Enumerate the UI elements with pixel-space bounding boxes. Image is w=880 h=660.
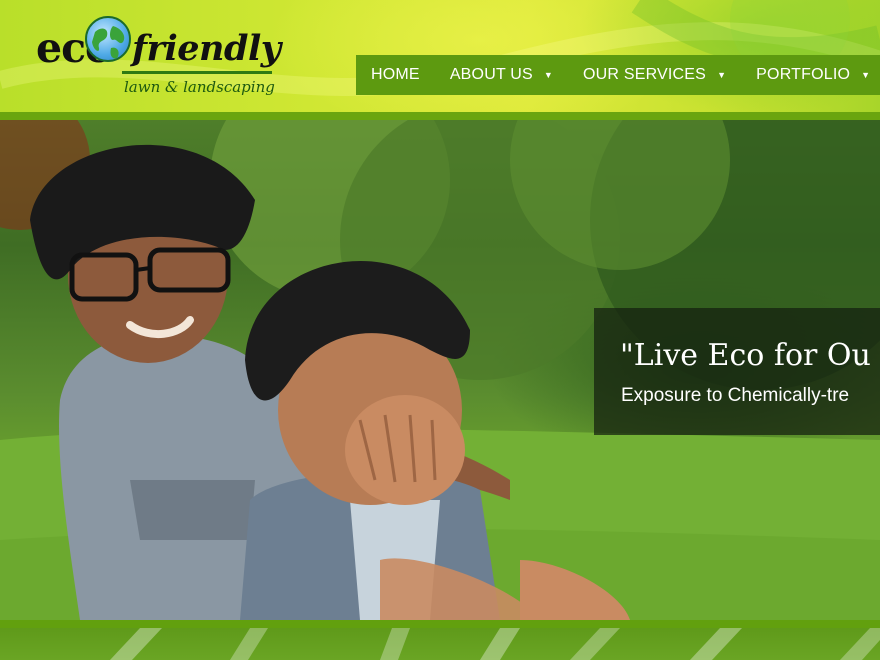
nav-item-home[interactable]: HOME <box>356 55 435 95</box>
section-divider <box>0 620 880 628</box>
nav-item-label: ABOUT US <box>449 66 533 83</box>
nav-item-label: OUR SERVICES <box>583 66 707 83</box>
lawn-stripes <box>110 628 880 660</box>
chevron-down-icon: ▼ <box>861 70 871 80</box>
hero-slider[interactable]: "Live Eco for Ou Exposure to Chemically-… <box>0 120 880 620</box>
globe-icon <box>85 16 131 62</box>
logo-underline <box>122 71 272 74</box>
site-header: eco friendly lawn & landscaping HOME ABO… <box>0 0 880 112</box>
logo-tagline: lawn & landscaping <box>124 78 275 96</box>
nav-item-our-services[interactable]: OUR SERVICES ▼ <box>568 55 741 95</box>
site-logo[interactable]: eco friendly lawn & landscaping <box>36 12 281 102</box>
hero-quote: "Live Eco for Ou <box>620 338 871 373</box>
hero-subtext: Exposure to Chemically-tre <box>621 385 850 406</box>
nav-item-portfolio[interactable]: PORTFOLIO ▼ <box>741 55 880 95</box>
nav-item-label: HOME <box>371 66 420 83</box>
main-nav: HOME ABOUT US ▼ OUR SERVICES ▼ PORTFOLIO… <box>356 55 880 95</box>
nav-item-about-us[interactable]: ABOUT US ▼ <box>435 55 568 95</box>
nav-item-label: PORTFOLIO <box>756 66 851 83</box>
chevron-down-icon: ▼ <box>717 70 727 80</box>
lawn-stripe-banner <box>0 628 880 660</box>
header-divider <box>0 112 880 120</box>
logo-friendly-text: friendly <box>132 28 281 69</box>
chevron-down-icon: ▼ <box>543 70 554 80</box>
hero-caption: "Live Eco for Ou Exposure to Chemically-… <box>594 308 880 435</box>
